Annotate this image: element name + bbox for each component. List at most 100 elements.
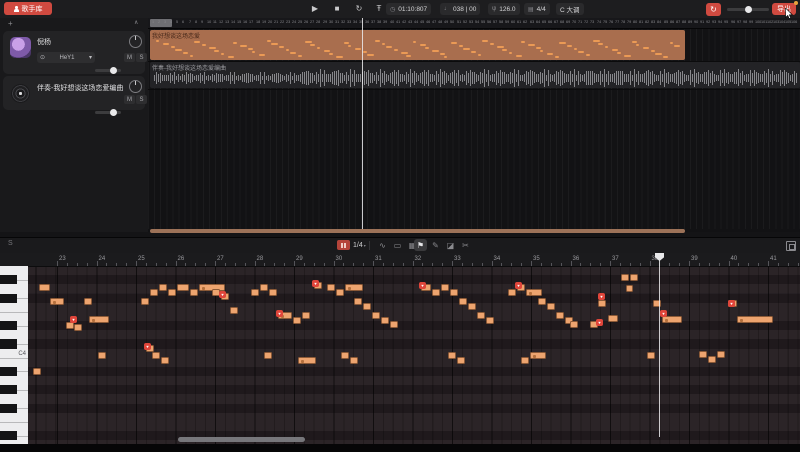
pitch-marker-icon[interactable]: ♥ [219,291,226,298]
midi-note[interactable] [570,321,578,328]
pitch-marker-icon[interactable]: ♥ [598,293,605,300]
midi-note[interactable] [161,357,169,364]
midi-note[interactable] [717,351,725,358]
solo-button[interactable]: S [136,53,147,62]
loop-toggle-icon[interactable]: ↻ [352,0,366,18]
play-button[interactable]: ▶ [308,0,322,18]
midi-note[interactable] [159,284,167,291]
midi-note[interactable] [450,289,458,296]
midi-note[interactable] [448,352,456,359]
note-box-icon[interactable]: ▭ [391,239,404,251]
midi-note[interactable] [486,317,494,324]
eraser-tool[interactable]: ◪ [444,239,457,251]
track-card-accompaniment[interactable]: 伴奏-我好想谈这场恋爱编曲 M S [3,76,145,110]
midi-note[interactable] [381,317,389,324]
midi-note[interactable] [538,298,546,305]
midi-note[interactable] [350,357,358,364]
midi-note[interactable] [98,352,106,359]
midi-note[interactable] [708,356,716,363]
track-volume-slider[interactable] [95,69,121,72]
midi-note[interactable] [269,289,277,296]
midi-note[interactable] [141,298,149,305]
piano-roll-playhead[interactable] [659,253,660,437]
pitch-marker-icon[interactable]: ♥ [419,282,426,289]
grid-division-selector[interactable]: 1/4 ▾ [353,239,366,251]
midi-note[interactable] [662,316,682,323]
midi-note[interactable] [521,357,529,364]
track-card-vocal[interactable]: 倪杨 ⊙ HeY1 ▾ M S [3,31,145,74]
metronome-icon[interactable]: Ŧ [372,0,386,18]
midi-note[interactable] [432,289,440,296]
track-volume-knob[interactable] [129,35,142,48]
midi-note[interactable] [260,284,268,291]
midi-note[interactable] [50,298,64,305]
arrangement-scrollbar[interactable] [150,229,685,233]
midi-note[interactable] [457,357,465,364]
midi-note[interactable] [298,357,316,364]
midi-note[interactable] [441,284,449,291]
midi-note[interactable] [251,289,259,296]
midi-note[interactable] [598,300,606,307]
midi-note[interactable] [33,368,41,375]
fullscreen-icon[interactable] [786,241,796,251]
audio-clip[interactable]: 伴奏-我好想谈这场恋爱编曲 [150,62,800,88]
scissors-tool[interactable]: ✂ [459,239,472,251]
add-track-button[interactable]: + [8,19,13,28]
midi-note[interactable] [459,298,467,305]
midi-note[interactable] [177,284,189,291]
midi-note[interactable] [230,307,238,314]
voice-select-dropdown[interactable]: ⊙ HeY1 ▾ [37,52,95,63]
midi-note[interactable] [621,274,629,281]
midi-note[interactable] [336,289,344,296]
pencil-tool[interactable]: ✎ [429,239,442,251]
midi-input-icon[interactable] [337,240,350,250]
midi-note[interactable] [526,289,542,296]
singer-library-button[interactable]: 歌手库 [4,2,52,15]
midi-note[interactable] [647,352,655,359]
midi-note[interactable] [190,289,198,296]
pitch-curve-icon[interactable]: ∿ [376,239,389,251]
stop-button[interactable]: ■ [330,0,344,18]
track-volume-slider[interactable] [95,111,121,114]
singer-avatar[interactable] [10,37,31,58]
midi-note[interactable] [699,351,707,358]
midi-note[interactable] [390,321,398,328]
pitch-marker-icon[interactable]: ♥ [660,310,667,317]
midi-note[interactable] [556,312,564,319]
time-signature-display[interactable]: ▤ 4/4 [524,3,550,15]
time-display[interactable]: ◷ 01:10:807 [386,3,431,15]
mute-button[interactable]: M [124,95,135,104]
midi-note[interactable] [530,352,546,359]
piano-keyboard[interactable]: C4 [0,266,28,444]
midi-clip[interactable]: 我好想谈这场恋爱 [150,30,685,60]
midi-note[interactable] [608,315,618,322]
black-key[interactable] [0,431,17,440]
midi-note[interactable] [150,289,158,296]
key-display[interactable]: C 大调 [556,3,584,15]
midi-note[interactable] [372,312,380,319]
bar-beat-display[interactable]: ♩ 038 | 00 [440,3,480,15]
pitch-marker-icon[interactable]: ♥ [728,300,735,307]
black-key[interactable] [0,339,17,348]
midi-note[interactable] [737,316,773,323]
midi-note[interactable] [302,312,310,319]
pitch-marker-icon[interactable]: ♥ [596,319,603,326]
black-key[interactable] [0,404,17,413]
loop-region-button[interactable]: ↻ [706,3,721,16]
midi-note[interactable] [345,284,363,291]
pitch-marker-icon[interactable]: ♥ [276,310,283,317]
midi-note[interactable] [363,303,371,310]
midi-note[interactable] [547,303,555,310]
midi-note[interactable] [354,298,362,305]
midi-note[interactable] [66,322,74,329]
volume-handle[interactable] [110,67,117,74]
piano-roll-ruler[interactable]: 23242526272829303132333435363738394041 [0,253,800,267]
midi-note[interactable] [264,352,272,359]
pointer-tool[interactable]: ⚑ [414,239,427,251]
midi-note[interactable] [168,289,176,296]
master-volume-slider[interactable] [727,8,769,11]
volume-slider-handle[interactable] [745,6,752,13]
pitch-marker-icon[interactable]: ♥ [515,282,522,289]
pitch-marker-icon[interactable]: ♥ [70,316,77,323]
pitch-marker-icon[interactable]: ♥ [144,343,151,350]
